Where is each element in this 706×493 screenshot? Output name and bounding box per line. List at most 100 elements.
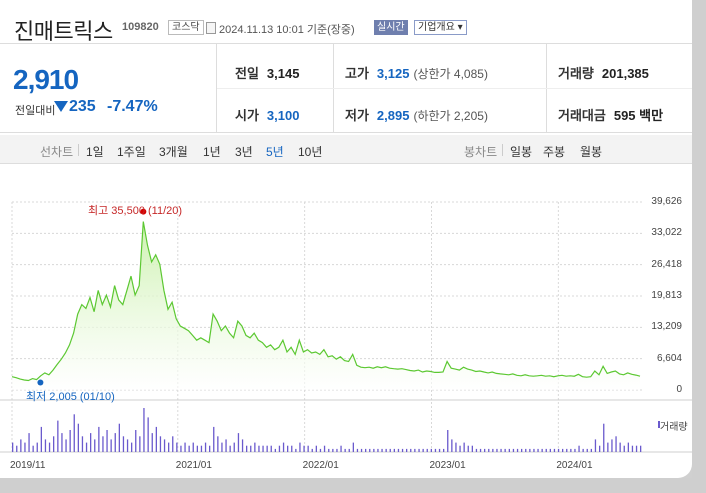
y-tick-label: 39,626: [651, 196, 682, 207]
volume-bar: [90, 433, 92, 452]
volume-bar: [340, 445, 342, 452]
volume-bar: [266, 445, 268, 452]
live-badge[interactable]: 실시간: [374, 20, 408, 35]
volume-bar: [373, 448, 375, 452]
volume-bar: [139, 436, 141, 452]
volume-bar: [430, 448, 432, 452]
min-annotation: 최저 2,005 (01/10): [26, 391, 115, 403]
period-5y[interactable]: 5년: [266, 143, 284, 160]
x-tick-label: 2021/01: [175, 460, 212, 471]
volume-bar: [311, 448, 313, 452]
volume-bar: [352, 442, 354, 452]
volume-bar: [615, 436, 617, 452]
volume-bar: [471, 445, 473, 452]
price-area: [12, 221, 640, 390]
divider: [502, 144, 503, 156]
stat-volume: 거래량 201,385: [558, 66, 649, 81]
volume-label: 거래량: [660, 422, 688, 433]
volume-bar: [397, 448, 400, 452]
period-3m[interactable]: 3개월: [159, 143, 188, 160]
volume-bar: [188, 445, 190, 452]
volume-bar: [640, 445, 642, 452]
volume-bar: [344, 448, 346, 452]
volume-bar: [209, 445, 211, 452]
stat-low: 저가 2,895 (하한가 2,205): [345, 108, 488, 123]
y-tick-label: 19,813: [651, 290, 682, 301]
stock-widget: 진매트릭스 109820 코스닥 2024.11.13 10:01 기준(장중)…: [0, 0, 692, 478]
x-tick-label: 2022/01: [302, 460, 339, 471]
volume-bar: [184, 442, 186, 452]
volume-bar: [401, 448, 404, 452]
price-chart[interactable]: 39,626 33,022 26,418 19,813 13,209 6,604 0 201…: [0, 190, 692, 478]
volume-bar: [237, 433, 240, 452]
stat-high: 고가 3,125 (상한가 4,085): [345, 66, 488, 81]
volume-bar: [545, 448, 547, 452]
volume-bar: [73, 414, 75, 452]
volume-bar: [488, 448, 490, 452]
volume-bar: [135, 430, 137, 452]
volume-bar: [241, 439, 244, 452]
volume-bar: [521, 448, 523, 452]
volume-bar: [582, 448, 584, 452]
company-info-dropdown[interactable]: 기업개요 ▾: [414, 20, 467, 35]
volume-bar: [217, 436, 219, 452]
frame-shadow: [692, 0, 706, 493]
volume-bar: [500, 448, 502, 452]
volume-bar: [36, 442, 38, 452]
volume-bar: [512, 448, 515, 452]
volume-bar: [200, 445, 203, 452]
volume-bar: [48, 442, 51, 452]
volume-bar: [122, 436, 125, 452]
volume-bar: [422, 448, 424, 452]
volume-bar: [114, 433, 116, 452]
period-10y[interactable]: 10년: [298, 143, 322, 160]
volume-bar: [98, 426, 100, 452]
stat-turnover: 거래대금 595 백만: [558, 108, 664, 123]
volume-bar: [492, 448, 494, 452]
volume-bar: [81, 436, 84, 452]
change-label: 전일대비: [15, 105, 56, 117]
period-1w[interactable]: 1주일: [117, 143, 146, 160]
volume-bar: [229, 445, 231, 452]
volume-bar: [246, 445, 248, 452]
volume-bar: [504, 448, 506, 452]
volume-bar: [299, 442, 301, 452]
volume-bar: [319, 448, 322, 452]
period-1d[interactable]: 1일: [86, 143, 104, 160]
volume-bar: [65, 439, 67, 452]
candle-daily[interactable]: 일봉: [510, 143, 532, 160]
volume-bar: [332, 448, 334, 452]
candle-monthly[interactable]: 월봉: [580, 143, 602, 160]
volume-bar: [607, 442, 609, 452]
volume-bar: [356, 448, 359, 452]
volume-bar: [168, 442, 170, 452]
volume-bar: [603, 423, 605, 452]
x-tick-label: 2023/01: [429, 460, 466, 471]
volume-bar: [418, 448, 420, 452]
volume-bar: [557, 448, 560, 452]
volume-bar: [496, 448, 498, 452]
volume-bar: [196, 445, 198, 452]
period-3y[interactable]: 3년: [235, 143, 253, 160]
volume-bar: [467, 445, 469, 452]
frame-shadow: [0, 478, 706, 493]
volume-bar: [611, 439, 613, 452]
volume-bar: [77, 423, 79, 452]
y-tick-label: 33,022: [651, 227, 682, 239]
volume-bar: [213, 426, 215, 452]
volume-bar: [274, 448, 276, 452]
quote-timestamp: 2024.11.13 10:01 기준(장중): [219, 24, 355, 36]
candle-weekly[interactable]: 주봉: [543, 143, 565, 160]
current-price: 2,910: [13, 64, 79, 95]
period-1y[interactable]: 1년: [203, 143, 221, 160]
volume-bar: [94, 439, 96, 452]
stock-name[interactable]: 진매트릭스: [14, 14, 113, 46]
divider: [78, 144, 79, 156]
volume-bar: [438, 448, 441, 452]
volume-bar: [110, 439, 112, 452]
x-tick-label: 2024/01: [556, 460, 593, 471]
volume-bar: [20, 439, 22, 452]
candle-chart-label: 봉차트: [464, 145, 498, 159]
volume-bar: [393, 448, 395, 452]
volume-bar: [287, 445, 289, 452]
